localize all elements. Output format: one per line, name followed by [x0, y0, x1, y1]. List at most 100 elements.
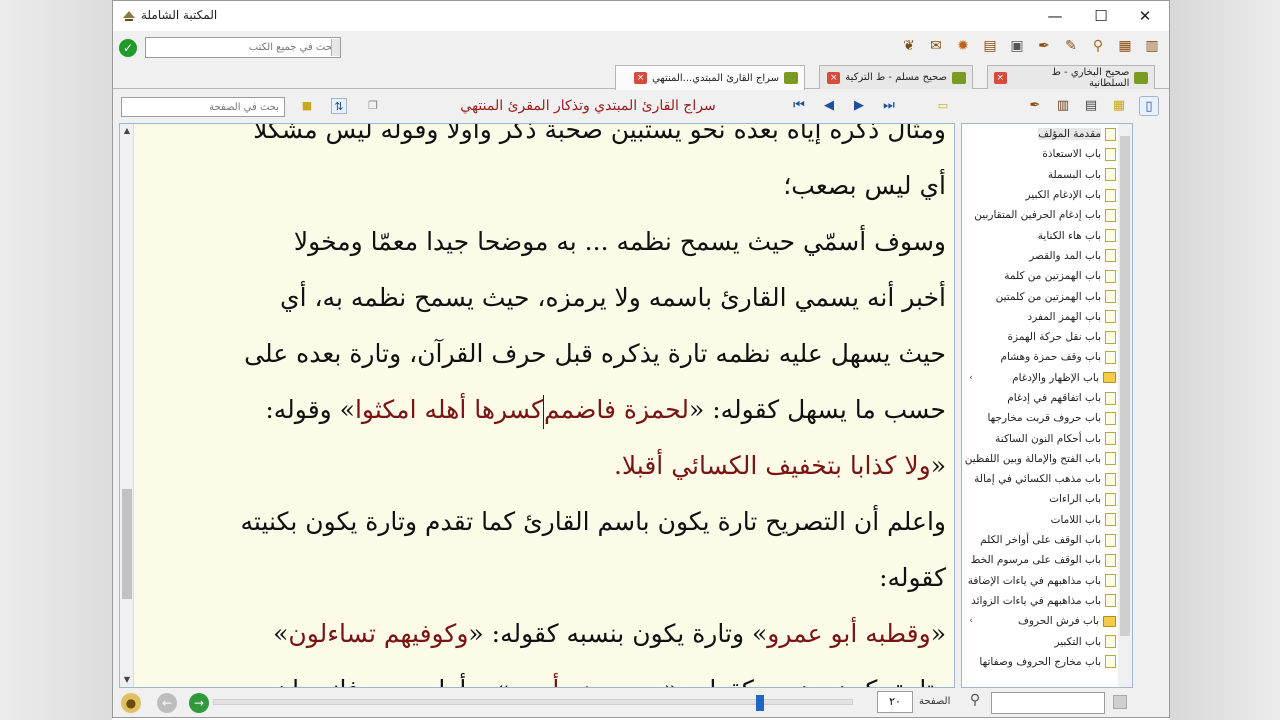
toc-item[interactable]: باب الراءات	[964, 489, 1116, 509]
scroll-thumb[interactable]	[1120, 136, 1130, 636]
last-page-button[interactable]: ⏭	[881, 98, 897, 114]
toc-item[interactable]: باب مخارج الحروف وصفاتها	[964, 652, 1116, 672]
toc-item[interactable]: باب هاء الكناية	[964, 225, 1116, 245]
toc-item-label: باب حروف قربت مخارجها	[987, 412, 1101, 425]
book-icon[interactable]: ▥	[1141, 35, 1163, 57]
leaf-icon[interactable]: ❦	[898, 35, 920, 57]
toc-item-label: باب المد والقصر	[1029, 249, 1101, 262]
toc-item[interactable]: باب مذاهبهم في ياءات الزوائد	[964, 591, 1116, 611]
book-icon	[952, 71, 966, 84]
background-right	[1170, 0, 1280, 720]
layout-icon[interactable]: ▤	[979, 35, 1001, 57]
toc-item[interactable]: باب مذاهبهم في ياءات الإضافة	[964, 571, 1116, 591]
quote-text: وقطبه أبو عمرو	[767, 619, 931, 648]
toc-item[interactable]: باب اتفاقهم في إدغام	[964, 388, 1116, 408]
toc-item[interactable]: باب الفتح والإمالة وبين اللفظين	[964, 449, 1116, 469]
chevron-icon[interactable]: ‹	[966, 373, 976, 383]
scroll-thumb[interactable]	[122, 489, 132, 599]
document-icon	[1105, 208, 1116, 222]
app-window: المكتبة الشاملة — ☐ ✕ ✓ ▥ ▦ ⚲ ✎ ✒ ▣ ▤ ✹ …	[112, 0, 1170, 718]
toc-scrollbar[interactable]	[1118, 124, 1132, 687]
new-folder-icon[interactable]: ▭	[935, 98, 951, 114]
toc-item[interactable]: باب التكبير	[964, 631, 1116, 651]
status-option-button[interactable]	[1113, 695, 1127, 709]
sidebar-toggle-icon[interactable]: ▯	[1139, 96, 1159, 116]
toc-item[interactable]: مقدمة المؤلف	[964, 124, 1116, 144]
tab-bukhari[interactable]: صحيح البخاري - ط السلطانية ×	[987, 65, 1155, 89]
toc-item-label: باب مخارج الحروف وصفاتها	[979, 655, 1101, 668]
settings-icon[interactable]: ✹	[952, 35, 974, 57]
chevron-icon[interactable]: ‹	[966, 616, 976, 626]
content-scrollbar[interactable]: ▲ ▼	[120, 124, 134, 687]
toc-item[interactable]: باب حروف قربت مخارجها	[964, 408, 1116, 428]
scroll-up-icon[interactable]: ▲	[122, 126, 132, 136]
plain-text: » وقوله:	[265, 395, 355, 424]
edit-icon[interactable]: ✎	[1060, 35, 1082, 57]
toc-item[interactable]: باب نقل حركة الهمزة	[964, 327, 1116, 347]
next-page-button[interactable]: ▶	[851, 98, 867, 114]
toc-item[interactable]: باب الهمز المفرد	[964, 307, 1116, 327]
text-line: ومثال ذكره إياه بعده نحو يستبين صحبة ذكر…	[253, 123, 946, 144]
toc-item[interactable]: باب الإدغام الكبير	[964, 185, 1116, 205]
mail-icon[interactable]: ✉	[925, 35, 947, 57]
toc-item[interactable]: باب المد والقصر	[964, 246, 1116, 266]
status-search-input[interactable]	[991, 692, 1105, 714]
page-slider-thumb[interactable]	[755, 695, 764, 711]
toc-item[interactable]: باب الوقف على أواخر الكلم	[964, 530, 1116, 550]
document-icon	[1105, 249, 1116, 263]
tab-label: صحيح مسلم - ط التركية	[845, 72, 947, 83]
close-icon[interactable]: ×	[994, 71, 1007, 84]
maximize-button[interactable]: ☐	[1079, 4, 1123, 28]
toc-item[interactable]: باب فرش الحروف	[964, 611, 1116, 631]
books-icon[interactable]: ▥	[1053, 96, 1073, 116]
scroll-down-icon[interactable]: ▼	[122, 675, 132, 685]
minimize-button[interactable]: —	[1033, 4, 1077, 28]
toc-item[interactable]: باب الوقف على مرسوم الخط	[964, 550, 1116, 570]
book-content[interactable]: ▲ ▼ ومثال ذكره إياه بعده نحو يستبين صحبة…	[119, 123, 955, 688]
toc-item-label: باب الوقف على مرسوم الخط	[970, 554, 1101, 567]
tree-view-icon[interactable]: ▦	[1109, 96, 1129, 116]
index-search-icon[interactable]: ▤	[1081, 96, 1101, 116]
search-icon[interactable]: ⚲	[1087, 35, 1109, 57]
background-left	[0, 0, 112, 720]
page-search-input[interactable]	[121, 97, 285, 117]
toc-item[interactable]: باب مذهب الكسائي في إمالة	[964, 469, 1116, 489]
bookshelf-icon[interactable]: ▦	[1114, 35, 1136, 57]
tab-siraj[interactable]: سراج القارئ المبتدي...المنتهي ×	[615, 65, 805, 90]
global-search-dropdown[interactable]	[331, 39, 340, 56]
toc-item-label: باب التكبير	[1054, 635, 1101, 648]
highlight-icon[interactable]: ■	[299, 98, 315, 114]
prev-page-button[interactable]: ◀	[821, 98, 837, 114]
first-page-button[interactable]: ⏮	[791, 98, 807, 114]
forward-icon[interactable]: →	[189, 693, 209, 713]
toc-item[interactable]: باب وقف حمزة وهشام	[964, 347, 1116, 367]
global-search-input[interactable]	[145, 37, 341, 58]
close-icon[interactable]: ×	[827, 71, 841, 84]
toc-item-label: باب نقل حركة الهمزة	[1007, 331, 1101, 344]
feather-icon[interactable]: ✒	[1033, 35, 1055, 57]
document-icon	[1105, 432, 1116, 446]
page-number-field[interactable]: ٢٠	[877, 691, 913, 713]
tab-strip: صحيح البخاري - ط السلطانية × صحيح مسلم -…	[113, 65, 1169, 90]
toc-item[interactable]: باب الإظهار والإدغام	[964, 368, 1116, 388]
toc-item[interactable]: باب الاستعاذة	[964, 144, 1116, 164]
toc-item[interactable]: باب الهمزتين من كلمة	[964, 266, 1116, 286]
check-icon[interactable]: ✓	[119, 39, 137, 57]
feather-icon[interactable]: ✒	[1025, 96, 1045, 116]
toc-item[interactable]: باب اللامات	[964, 510, 1116, 530]
copy-icon[interactable]: ❐	[365, 98, 381, 114]
back-icon[interactable]: ←	[157, 693, 177, 713]
toc-item[interactable]: باب أحكام النون الساكنة	[964, 428, 1116, 448]
page-slider[interactable]	[213, 695, 853, 711]
toc-item[interactable]: باب البسملة	[964, 165, 1116, 185]
toc-item[interactable]: باب الهمزتين من كلمتين	[964, 286, 1116, 306]
close-icon[interactable]: ×	[634, 72, 648, 84]
sort-icon[interactable]: ⇅	[331, 98, 347, 114]
text-line: وسوف أسمّي حيث يسمح نظمه ... به موضحا جي…	[293, 227, 946, 256]
chat-icon[interactable]: ●	[121, 693, 141, 713]
close-button[interactable]: ✕	[1123, 4, 1167, 28]
tab-muslim[interactable]: صحيح مسلم - ط التركية ×	[819, 65, 973, 89]
save-icon[interactable]: ▣	[1006, 35, 1028, 57]
toc-item[interactable]: باب إدغام الحرفين المتقاربين	[964, 205, 1116, 225]
search-icon[interactable]: ⚲	[965, 692, 985, 712]
